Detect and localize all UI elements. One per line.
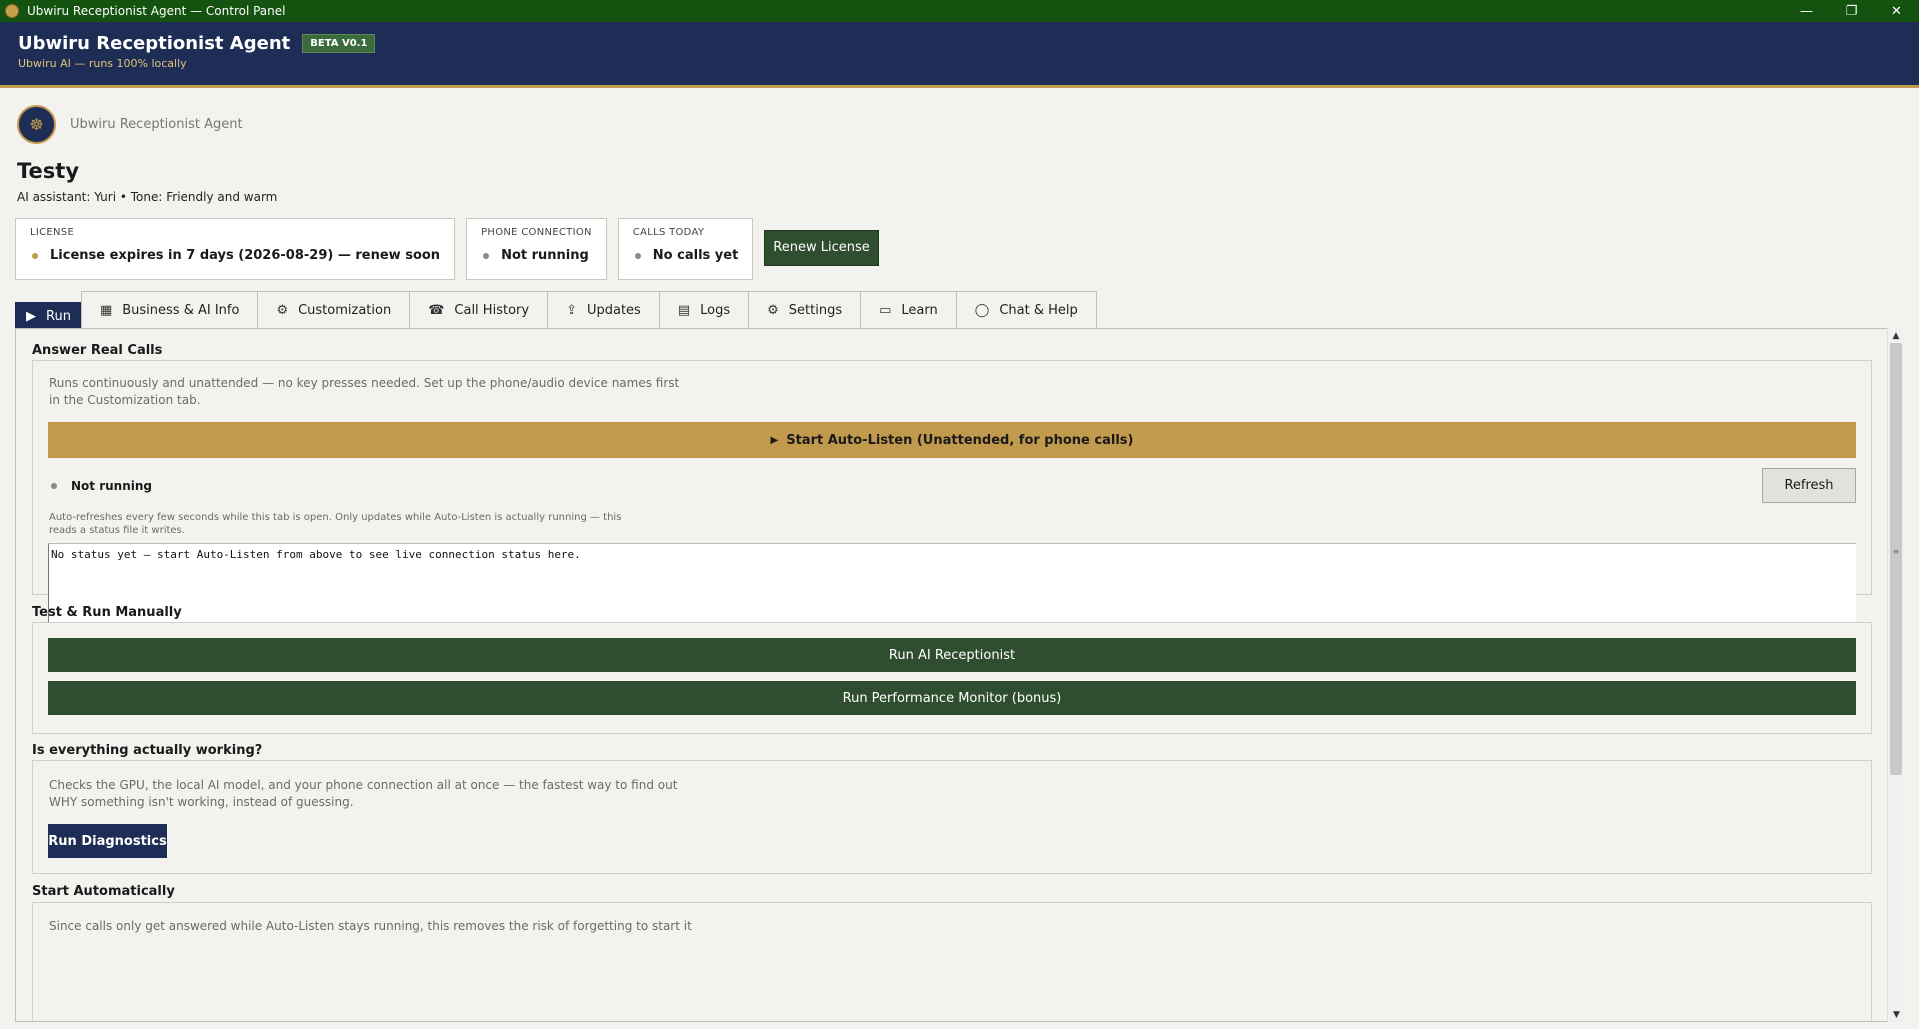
refresh-button[interactable]: Refresh <box>1762 468 1856 503</box>
desc-line: Checks the GPU, the local AI model, and … <box>49 778 678 792</box>
desc-line: WHY something isn't working, instead of … <box>49 795 354 809</box>
title-bar: Ubwiru Receptionist Agent — Control Pane… <box>0 0 1919 22</box>
scrollbar-thumb[interactable] <box>1890 343 1902 775</box>
autostart-desc: Since calls only get answered while Auto… <box>49 919 692 933</box>
renew-license-button[interactable]: Renew License <box>764 230 879 266</box>
tab-run[interactable]: ▶ Run <box>15 302 82 329</box>
tab-label: Logs <box>700 303 731 318</box>
tab-chat-help[interactable]: ◯ Chat & Help <box>955 291 1097 329</box>
manual-box: Run AI Receptionist Run Performance Moni… <box>32 622 1872 734</box>
app-subtitle: Ubwiru AI — runs 100% locally <box>18 57 187 70</box>
auto-refresh-note: Auto-refreshes every few seconds while t… <box>49 511 621 537</box>
phone-status-dot <box>483 252 490 259</box>
license-status-dot <box>32 252 38 259</box>
tab-customization[interactable]: ⚙ Customization <box>257 291 411 329</box>
diagnostics-box: Checks the GPU, the local AI model, and … <box>32 760 1872 874</box>
play-icon: ▶ <box>26 308 36 324</box>
app-header: Ubwiru Receptionist Agent BETA V0.1 Ubwi… <box>0 22 1919 88</box>
manual-title: Test & Run Manually <box>32 605 182 620</box>
close-icon[interactable]: ✕ <box>1874 0 1919 22</box>
agent-label: Ubwiru Receptionist Agent <box>70 117 243 132</box>
license-card-label: LICENSE <box>30 227 75 238</box>
tab-label: Business & AI Info <box>122 303 240 318</box>
run-ai-receptionist-button[interactable]: Run AI Receptionist <box>48 638 1856 672</box>
chat-icon: ◯ <box>974 303 990 318</box>
license-card: LICENSE License expires in 7 days (2026-… <box>15 218 456 280</box>
start-auto-listen-label: Start Auto-Listen (Unattended, for phone… <box>786 432 1134 448</box>
tab-label: Chat & Help <box>999 303 1078 318</box>
tab-label: Updates <box>586 303 641 318</box>
status-dot <box>51 483 57 489</box>
desc-line: Runs continuously and unattended — no ke… <box>49 376 680 390</box>
phone-connection-card: PHONE CONNECTION Not running <box>466 218 607 280</box>
tab-label: Learn <box>901 303 938 318</box>
window-title: Ubwiru Receptionist Agent — Control Pane… <box>27 4 286 18</box>
diagnostics-title: Is everything actually working? <box>32 743 263 758</box>
run-performance-monitor-button[interactable]: Run Performance Monitor (bonus) <box>48 681 1856 715</box>
calls-today-card: CALLS TODAY No calls yet <box>617 218 754 280</box>
restore-icon[interactable]: ❐ <box>1829 0 1874 22</box>
tab-label: Call History <box>454 303 530 318</box>
document-icon: ▤ <box>677 303 691 318</box>
app-name: Ubwiru Receptionist Agent <box>18 33 291 54</box>
app-icon <box>5 4 19 18</box>
run-diagnostics-button[interactable]: Run Diagnostics <box>48 824 167 858</box>
business-meta: AI assistant: Yuri • Tone: Friendly and … <box>17 190 278 204</box>
tab-label: Settings <box>788 303 843 318</box>
tab-label: Customization <box>298 303 392 318</box>
note-line: Auto-refreshes every few seconds while t… <box>49 512 622 523</box>
scroll-down-icon[interactable]: ▼ <box>1888 1007 1905 1022</box>
phone-status: Not running <box>501 248 589 263</box>
tab-learn[interactable]: ▭ Learn <box>860 291 957 329</box>
autostart-box: Since calls only get answered while Auto… <box>32 902 1872 1021</box>
diagnostics-desc: Checks the GPU, the local AI model, and … <box>49 777 677 811</box>
book-icon: ▭ <box>879 303 892 318</box>
calls-status: No calls yet <box>652 248 739 263</box>
tab-business-ai-info[interactable]: ▦ Business & AI Info <box>80 291 259 329</box>
tab-logs[interactable]: ▤ Logs <box>658 291 750 329</box>
auto-listen-status: Not running <box>49 479 152 493</box>
building-icon: ▦ <box>99 303 113 318</box>
answer-calls-box: Runs continuously and unattended — no ke… <box>32 360 1872 631</box>
tab-label: Run <box>46 308 71 324</box>
grip-icon: ≡ <box>1892 547 1900 556</box>
note-line: reads a status file it writes. <box>49 525 185 536</box>
calls-card-label: CALLS TODAY <box>632 227 705 238</box>
calls-status-dot <box>634 252 641 259</box>
tab-call-history[interactable]: ☎ Call History <box>409 291 549 329</box>
answer-calls-title: Answer Real Calls <box>32 343 163 358</box>
tab-updates[interactable]: ⇪ Updates <box>547 291 660 329</box>
answer-calls-desc: Runs continuously and unattended — no ke… <box>49 375 679 409</box>
tab-settings[interactable]: ⚙ Settings <box>748 291 862 329</box>
desc-line: in the Customization tab. <box>49 393 201 407</box>
status-log-textarea[interactable]: No status yet — start Auto-Listen from a… <box>48 543 1856 631</box>
start-auto-listen-button[interactable]: ▶ Start Auto-Listen (Unattended, for phon… <box>48 422 1856 458</box>
tab-bar: ▶ Run ▦ Business & AI Info ⚙ Customization … <box>15 291 1097 329</box>
upload-icon: ⇪ <box>566 303 577 318</box>
minimize-icon[interactable]: — <box>1784 0 1829 22</box>
autostart-title: Start Automatically <box>32 884 175 899</box>
run-tab-panel: Answer Real Calls Runs continuously and … <box>15 328 1893 1022</box>
gear-icon: ⚙ <box>276 303 289 318</box>
settings-icon: ⚙ <box>767 303 779 318</box>
phone-icon: ☎ <box>428 303 445 318</box>
panel-scrollbar[interactable]: ▲ ≡ ▼ <box>1887 328 1904 1022</box>
play-icon: ▶ <box>770 434 779 446</box>
scroll-up-icon[interactable]: ▲ <box>1888 328 1904 343</box>
business-name: Testy <box>17 159 80 183</box>
version-badge: BETA V0.1 <box>302 34 376 53</box>
auto-listen-status-text: Not running <box>71 479 152 493</box>
phone-card-label: PHONE CONNECTION <box>481 227 592 238</box>
agent-logo-icon: ☸ <box>17 105 56 144</box>
license-status: License expires in 7 days (2026-08-29) —… <box>50 248 441 263</box>
